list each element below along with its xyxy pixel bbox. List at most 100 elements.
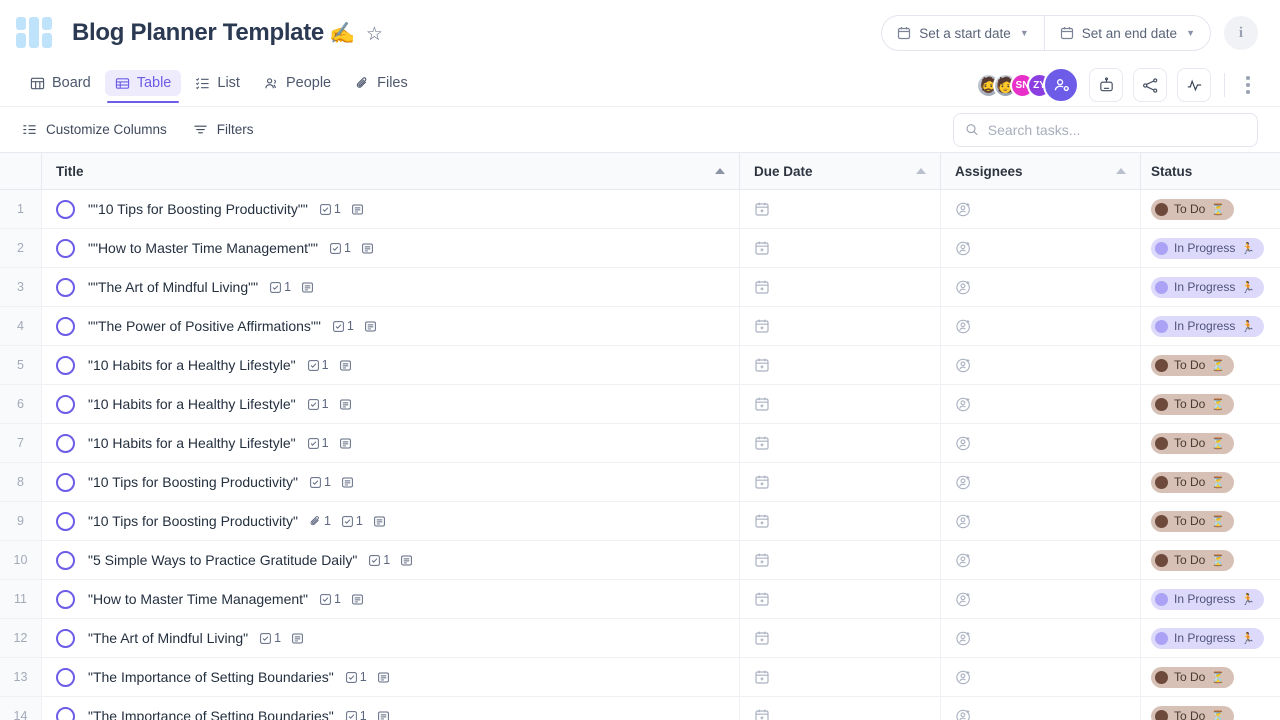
- cell-status[interactable]: To Do ⏳: [1141, 424, 1280, 462]
- add-member-icon[interactable]: [1043, 67, 1079, 103]
- set-start-date-button[interactable]: Set a start date ▼: [882, 16, 1043, 50]
- table-row[interactable]: 6 "10 Habits for a Healthy Lifestyle" 1 To …: [0, 385, 1280, 424]
- tab-files[interactable]: Files: [345, 70, 418, 96]
- cell-title[interactable]: ""How to Master Time Management"" 1: [42, 229, 740, 267]
- cell-status[interactable]: In Progress 🏃: [1141, 619, 1280, 657]
- cell-title[interactable]: "10 Tips for Boosting Productivity" 1: [42, 463, 740, 501]
- cell-status[interactable]: In Progress 🏃: [1141, 229, 1280, 267]
- cell-assignees[interactable]: [941, 385, 1141, 423]
- column-header-assignees[interactable]: Assignees: [941, 153, 1141, 189]
- cell-title[interactable]: "10 Habits for a Healthy Lifestyle" 1: [42, 346, 740, 384]
- cell-status[interactable]: To Do ⏳: [1141, 346, 1280, 384]
- cell-title[interactable]: "How to Master Time Management" 1: [42, 580, 740, 618]
- cell-status[interactable]: In Progress 🏃: [1141, 268, 1280, 306]
- customize-columns-button[interactable]: Customize Columns: [22, 122, 167, 137]
- cell-due-date[interactable]: [740, 541, 941, 579]
- share-button[interactable]: [1133, 68, 1167, 102]
- cell-title[interactable]: "The Art of Mindful Living" 1: [42, 619, 740, 657]
- activity-button[interactable]: [1177, 68, 1211, 102]
- cell-assignees[interactable]: [941, 502, 1141, 540]
- more-options-button[interactable]: [1238, 70, 1258, 100]
- cell-due-date[interactable]: [740, 424, 941, 462]
- cell-assignees[interactable]: [941, 424, 1141, 462]
- table-row[interactable]: 14 "The Importance of Setting Boundaries"…: [0, 697, 1280, 720]
- column-header-due-date[interactable]: Due Date: [740, 153, 941, 189]
- table-row[interactable]: 2 ""How to Master Time Management"" 1 In Pr…: [0, 229, 1280, 268]
- sort-ascending-icon[interactable]: [715, 168, 725, 174]
- task-complete-toggle[interactable]: [56, 199, 75, 219]
- cell-title[interactable]: "5 Simple Ways to Practice Gratitude Dai…: [42, 541, 740, 579]
- tab-board[interactable]: Board: [20, 70, 101, 96]
- filters-button[interactable]: Filters: [193, 122, 254, 137]
- cell-status[interactable]: To Do ⏳: [1141, 385, 1280, 423]
- cell-assignees[interactable]: [941, 307, 1141, 345]
- status-badge[interactable]: To Do ⏳: [1151, 471, 1235, 493]
- cell-assignees[interactable]: [941, 697, 1141, 720]
- cell-title[interactable]: "10 Habits for a Healthy Lifestyle" 1: [42, 385, 740, 423]
- status-badge[interactable]: In Progress 🏃: [1151, 237, 1265, 259]
- cell-due-date[interactable]: [740, 658, 941, 696]
- table-row[interactable]: 9 "10 Tips for Boosting Productivity" 1 1 To…: [0, 502, 1280, 541]
- cell-due-date[interactable]: [740, 229, 941, 267]
- kanban-logo[interactable]: [16, 17, 52, 49]
- table-row[interactable]: 11 "How to Master Time Management" 1 In Pro…: [0, 580, 1280, 619]
- table-row[interactable]: 4 ""The Power of Positive Affirmations"" 1…: [0, 307, 1280, 346]
- cell-status[interactable]: To Do ⏳: [1141, 697, 1280, 720]
- column-header-title[interactable]: Title: [42, 153, 740, 189]
- task-complete-toggle[interactable]: [56, 472, 75, 492]
- status-badge[interactable]: To Do ⏳: [1151, 198, 1235, 220]
- cell-assignees[interactable]: [941, 580, 1141, 618]
- cell-title[interactable]: "The Importance of Setting Boundaries" 1: [42, 658, 740, 696]
- table-row[interactable]: 3 ""The Art of Mindful Living"" 1 In Progre…: [0, 268, 1280, 307]
- status-badge[interactable]: To Do ⏳: [1151, 549, 1235, 571]
- cell-due-date[interactable]: [740, 502, 941, 540]
- task-complete-toggle[interactable]: [56, 628, 75, 648]
- cell-due-date[interactable]: [740, 385, 941, 423]
- cell-assignees[interactable]: [941, 190, 1141, 228]
- status-badge[interactable]: To Do ⏳: [1151, 432, 1235, 454]
- status-badge[interactable]: To Do ⏳: [1151, 510, 1235, 532]
- status-badge[interactable]: To Do ⏳: [1151, 666, 1235, 688]
- cell-due-date[interactable]: [740, 697, 941, 720]
- status-badge[interactable]: In Progress 🏃: [1151, 627, 1265, 649]
- task-complete-toggle[interactable]: [56, 394, 75, 414]
- task-complete-toggle[interactable]: [56, 238, 75, 258]
- table-row[interactable]: 8 "10 Tips for Boosting Productivity" 1 To …: [0, 463, 1280, 502]
- cell-assignees[interactable]: [941, 346, 1141, 384]
- status-badge[interactable]: In Progress 🏃: [1151, 276, 1265, 298]
- cell-assignees[interactable]: [941, 463, 1141, 501]
- page-title[interactable]: Blog Planner Template ✍️: [72, 19, 355, 47]
- task-complete-toggle[interactable]: [56, 706, 75, 720]
- tab-people[interactable]: People: [254, 70, 341, 96]
- cell-title[interactable]: "10 Habits for a Healthy Lifestyle" 1: [42, 424, 740, 462]
- cell-status[interactable]: To Do ⏳: [1141, 658, 1280, 696]
- tab-table[interactable]: Table: [104, 70, 182, 103]
- cell-title[interactable]: "10 Tips for Boosting Productivity" 1 1: [42, 502, 740, 540]
- cell-status[interactable]: To Do ⏳: [1141, 190, 1280, 228]
- task-complete-toggle[interactable]: [56, 667, 75, 687]
- task-complete-toggle[interactable]: [56, 316, 75, 336]
- cell-due-date[interactable]: [740, 307, 941, 345]
- task-complete-toggle[interactable]: [56, 277, 75, 297]
- info-button[interactable]: i: [1224, 16, 1258, 50]
- cell-status[interactable]: To Do ⏳: [1141, 502, 1280, 540]
- table-row[interactable]: 12 "The Art of Mindful Living" 1 In Progres…: [0, 619, 1280, 658]
- cell-due-date[interactable]: [740, 346, 941, 384]
- sort-ascending-icon[interactable]: [1116, 168, 1126, 174]
- cell-title[interactable]: ""The Art of Mindful Living"" 1: [42, 268, 740, 306]
- cell-title[interactable]: "The Importance of Setting Boundaries" 1: [42, 697, 740, 720]
- table-row[interactable]: 13 "The Importance of Setting Boundaries"…: [0, 658, 1280, 697]
- cell-assignees[interactable]: [941, 541, 1141, 579]
- cell-status[interactable]: To Do ⏳: [1141, 541, 1280, 579]
- set-end-date-button[interactable]: Set an end date ▼: [1043, 16, 1210, 50]
- cell-assignees[interactable]: [941, 619, 1141, 657]
- status-badge[interactable]: In Progress 🏃: [1151, 315, 1265, 337]
- status-badge[interactable]: In Progress 🏃: [1151, 588, 1265, 610]
- cell-status[interactable]: To Do ⏳: [1141, 463, 1280, 501]
- cell-due-date[interactable]: [740, 463, 941, 501]
- cell-due-date[interactable]: [740, 580, 941, 618]
- search-box[interactable]: [953, 112, 1258, 147]
- table-row[interactable]: 5 "10 Habits for a Healthy Lifestyle" 1 To …: [0, 346, 1280, 385]
- cell-assignees[interactable]: [941, 658, 1141, 696]
- cell-title[interactable]: ""The Power of Positive Affirmations"" 1: [42, 307, 740, 345]
